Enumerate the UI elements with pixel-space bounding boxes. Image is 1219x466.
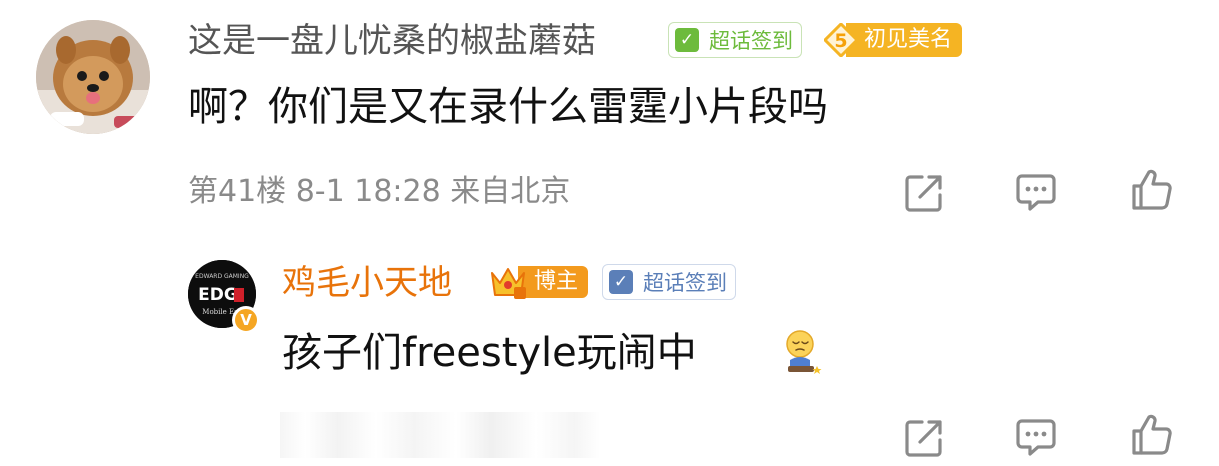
level-badge-label: 初见美名 xyxy=(846,23,963,57)
thumbs-up-icon[interactable] xyxy=(1130,413,1174,457)
author-username[interactable]: 鸡毛小天地 xyxy=(282,262,452,304)
commenter-username[interactable]: 这是一盘儿忧桑的椒盐蘑菇 xyxy=(188,20,596,62)
commenter-avatar[interactable] xyxy=(36,20,150,134)
reply-checkin-badge[interactable]: ✓ 超话签到 xyxy=(602,264,736,300)
verified-badge-icon: V xyxy=(232,306,260,334)
pomeranian-dog-image xyxy=(36,20,150,134)
comment-text: 啊？你们是又在录什么雷霆小片段吗 xyxy=(188,84,828,130)
level-diamond-icon: 5 xyxy=(824,23,858,57)
checkin-badge-label: 超话签到 xyxy=(709,29,793,53)
tired-emoji xyxy=(786,330,822,374)
author-badge[interactable]: 博主 xyxy=(488,263,589,301)
svg-text:EDWARD GAMING: EDWARD GAMING xyxy=(195,273,249,280)
checkin-badge[interactable]: ✓ 超话签到 xyxy=(668,22,802,58)
reply-text: 孩子们freestyle玩闹中 xyxy=(282,330,697,376)
comment-meta: 第41楼 8-1 18:28 来自北京 xyxy=(188,174,571,209)
checkin-check-icon: ✓ xyxy=(675,28,699,52)
share-icon[interactable] xyxy=(902,171,946,215)
comment-icon[interactable] xyxy=(1014,415,1058,459)
comment-icon[interactable] xyxy=(1014,170,1058,214)
level-badge[interactable]: 5 初见美名 xyxy=(824,21,963,59)
share-icon[interactable] xyxy=(902,416,946,460)
svg-text:EDG: EDG xyxy=(198,285,238,305)
reply-checkin-badge-label: 超话签到 xyxy=(643,271,727,295)
level-number: 5 xyxy=(834,30,847,52)
checkin-check-icon: ✓ xyxy=(609,270,633,294)
crown-icon xyxy=(491,268,526,299)
thumbs-up-icon[interactable] xyxy=(1130,168,1174,212)
author-badge-label: 博主 xyxy=(518,266,589,298)
blurred-meta-strip xyxy=(280,412,600,458)
